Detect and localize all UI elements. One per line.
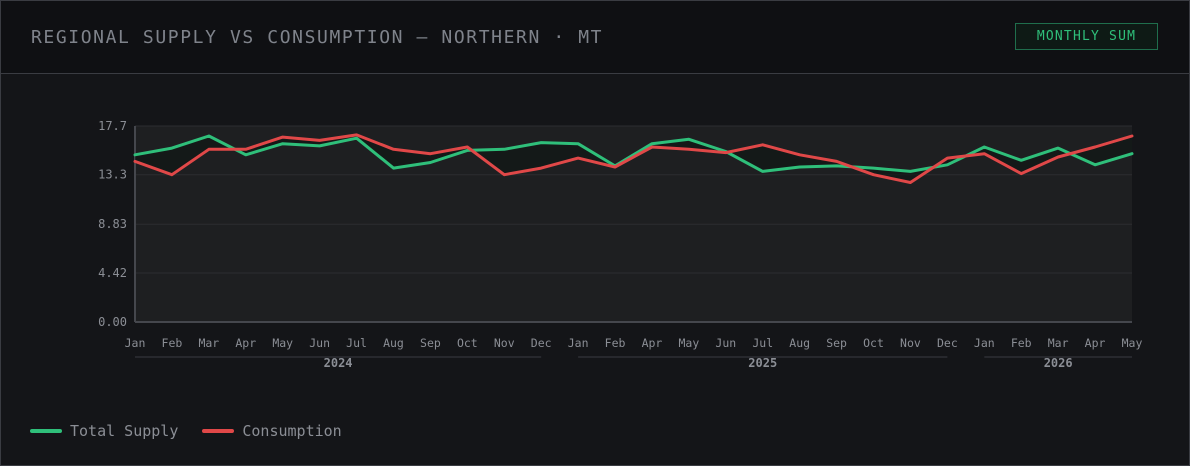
x-tick-label: Nov bbox=[494, 336, 515, 350]
year-label: 2025 bbox=[748, 356, 777, 370]
legend-swatch-supply bbox=[30, 429, 62, 433]
y-tick-label: 17.7 bbox=[98, 119, 127, 133]
x-tick-label: Oct bbox=[863, 336, 884, 350]
x-tick-label: Jul bbox=[752, 336, 773, 350]
x-tick-label: Aug bbox=[383, 336, 404, 350]
x-tick-label: Apr bbox=[642, 336, 663, 350]
x-axis: Jan Feb Mar Apr May Jun Jul Aug Sep Oct Nov Dec Jan F… bbox=[125, 336, 1143, 350]
page-title: REGIONAL SUPPLY VS CONSUMPTION — NORTHER… bbox=[31, 27, 604, 48]
line-chart: 0.004.428.8313.317.7 Jan Feb Mar Apr May Jun J… bbox=[98, 119, 1143, 370]
x-tick-label: May bbox=[678, 336, 699, 350]
x-tick-label: Jan bbox=[125, 336, 146, 350]
y-tick-label: 8.83 bbox=[98, 217, 127, 231]
x-tick-label: Jul bbox=[346, 336, 367, 350]
x-tick-label: Jun bbox=[715, 336, 736, 350]
panel-header: REGIONAL SUPPLY VS CONSUMPTION — NORTHER… bbox=[1, 1, 1189, 74]
x-tick-label: Feb bbox=[1011, 336, 1032, 350]
legend-label: Total Supply bbox=[70, 422, 179, 440]
legend-swatch-consumption bbox=[202, 429, 235, 433]
aggregation-badge[interactable]: MONTHLY SUM bbox=[1015, 23, 1158, 50]
x-tick-label: Jan bbox=[568, 336, 589, 350]
x-tick-label: Aug bbox=[789, 336, 810, 350]
x-tick-label: Nov bbox=[900, 336, 921, 350]
legend: Total Supply Consumption bbox=[30, 422, 342, 440]
year-label: 2026 bbox=[1044, 356, 1073, 370]
y-tick-label: 0.00 bbox=[98, 315, 127, 329]
x-tick-label: Jun bbox=[309, 336, 330, 350]
x-tick-label: Jan bbox=[974, 336, 995, 350]
y-axis: 0.00 4.42 8.83 13.3 17.7 bbox=[98, 119, 127, 329]
year-groups: 2024 2025 2026 bbox=[135, 356, 1132, 370]
x-tick-label: Mar bbox=[1048, 336, 1069, 350]
y-tick-label: 4.42 bbox=[98, 266, 127, 280]
year-label: 2024 bbox=[324, 356, 353, 370]
x-tick-label: May bbox=[1122, 336, 1143, 350]
legend-item-total-supply[interactable]: Total Supply bbox=[30, 422, 178, 440]
x-tick-label: Oct bbox=[457, 336, 478, 350]
y-tick-label: 13.3 bbox=[98, 168, 127, 182]
x-tick-label: Feb bbox=[605, 336, 626, 350]
x-tick-label: Dec bbox=[937, 336, 958, 350]
x-tick-label: Apr bbox=[235, 336, 256, 350]
legend-item-consumption[interactable]: Consumption bbox=[202, 422, 342, 440]
x-tick-label: Apr bbox=[1085, 336, 1106, 350]
legend-label: Consumption bbox=[242, 422, 342, 440]
x-tick-label: Feb bbox=[162, 336, 183, 350]
x-tick-label: May bbox=[272, 336, 293, 350]
x-tick-label: Sep bbox=[826, 336, 847, 350]
x-tick-label: Mar bbox=[198, 336, 219, 350]
x-tick-label: Dec bbox=[531, 336, 552, 350]
x-tick-label: Sep bbox=[420, 336, 441, 350]
